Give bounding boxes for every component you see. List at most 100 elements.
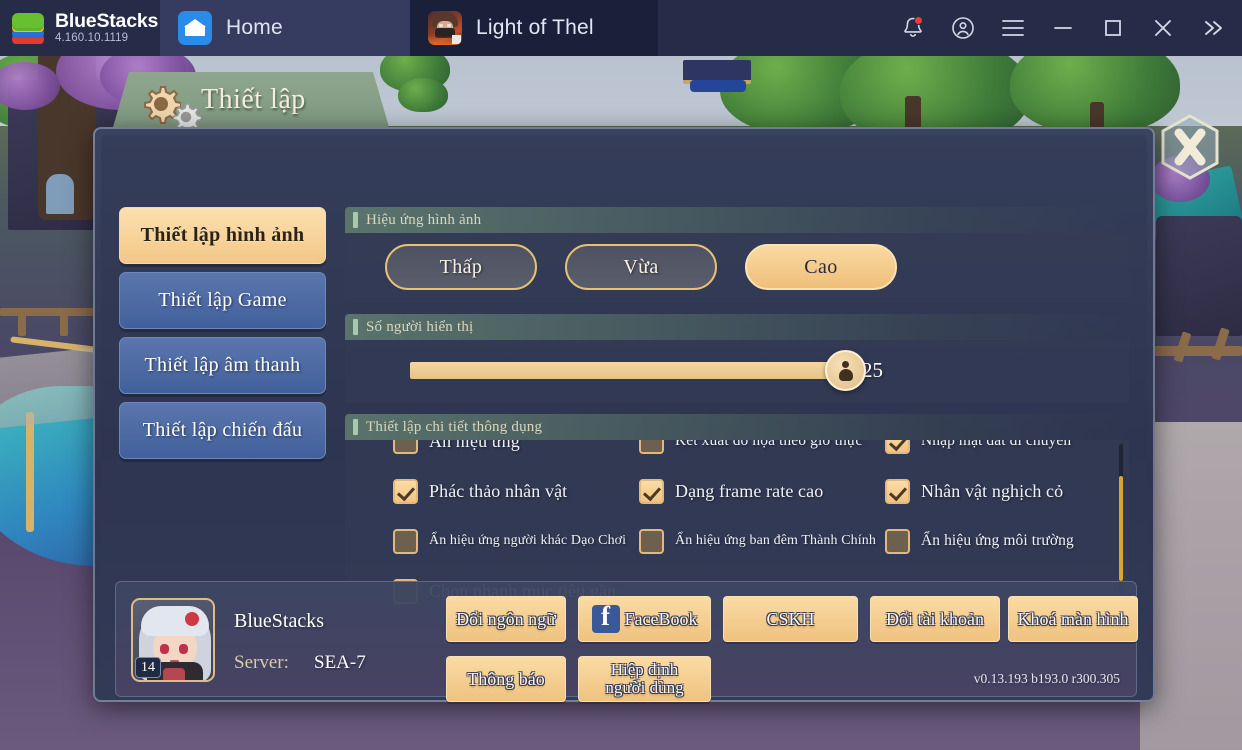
button-label: Thông báo — [467, 668, 545, 689]
menu-button[interactable] — [988, 0, 1038, 56]
person-icon — [838, 360, 853, 381]
button-label: CSKH — [766, 608, 815, 629]
option-label: Thấp — [439, 255, 483, 278]
tab-label: Light of Thel — [476, 16, 594, 39]
notifications-button[interactable] — [888, 0, 938, 56]
checkbox-label: Nhập mặt đất di chuyển — [920, 440, 1072, 449]
change-language-button[interactable]: Đổi ngôn ngữ — [446, 596, 566, 642]
checkbox-item-ground-move[interactable]: Nhập mặt đất di chuyển — [884, 440, 1129, 454]
checkbox-label: Ẩn hiệu ứng người khác Dạo Chơi — [429, 533, 627, 548]
version-text: v0.13.193 b193.0 r300.305 — [973, 671, 1120, 686]
checkbox-item-hide-other-players-effects[interactable]: Ẩn hiệu ứng người khác Dạo Chơi — [393, 528, 639, 554]
player-count-slider[interactable] — [410, 350, 866, 391]
lock-screen-button[interactable]: Khoá màn hình — [1008, 596, 1138, 642]
tab-audio-settings[interactable]: Thiết lập âm thanh — [119, 337, 326, 394]
stone-path — [1140, 422, 1242, 750]
settings-content: Hiệu ứng hình ảnh Thấp Vừa Cao Số người … — [345, 207, 1129, 619]
detail-settings-scrollbar-track[interactable] — [1119, 444, 1123, 604]
settings-dialog: Thiết lập Thiết lập hình ảnh Thiết lập G… — [93, 72, 1155, 702]
bluestacks-titlebar: BlueStacks 4.160.10.1119 Home Light of T… — [0, 0, 1242, 56]
section-title: Số người hiển thị — [366, 318, 474, 335]
quality-option-group: Thấp Vừa Cao — [345, 233, 1129, 303]
checkbox-icon[interactable] — [393, 478, 418, 504]
expand-sidebar-button[interactable] — [1188, 0, 1238, 56]
checkbox-label: Dạng frame rate cao — [674, 480, 824, 501]
path-trim — [26, 412, 34, 532]
quality-option-medium[interactable]: Vừa — [565, 244, 717, 290]
bluestacks-logo-icon — [12, 11, 46, 45]
checkbox-icon[interactable] — [884, 440, 910, 454]
section-header: Hiệu ứng hình ảnh — [345, 207, 1129, 233]
checkbox-icon[interactable] — [638, 528, 664, 554]
checkbox-row: Ẩn hiệu ứng Kết xuất đồ họa theo giờ thự… — [345, 440, 1129, 466]
tab-label: Thiết lập âm thanh — [144, 354, 301, 376]
tab-image-settings[interactable]: Thiết lập hình ảnh — [119, 207, 326, 264]
avatar[interactable]: 14 — [131, 598, 215, 682]
chevron-double-right-icon — [1205, 21, 1222, 35]
option-label: Vừa — [623, 255, 659, 278]
switch-account-button[interactable]: Đổi tài khoản — [870, 596, 1000, 642]
titlebar-actions — [888, 0, 1242, 56]
fence-decoration — [1150, 346, 1242, 356]
tab-game-settings[interactable]: Thiết lập Game — [119, 272, 326, 329]
checkbox-icon[interactable] — [393, 528, 418, 554]
checkbox-icon[interactable] — [393, 440, 418, 454]
slider-handle[interactable] — [825, 350, 866, 391]
button-label: FaceBook — [624, 608, 698, 629]
tab-label: Home — [226, 16, 283, 39]
tab-home[interactable]: Home — [160, 0, 410, 56]
checkbox-item-hide-environment-effects[interactable]: Ẩn hiệu ứng môi trường — [884, 528, 1129, 554]
close-dialog-hex-button[interactable] — [1160, 114, 1220, 180]
tab-badge-icon — [452, 35, 461, 44]
checkbox-item-character-outline[interactable]: Phác thảo nhân vật — [393, 478, 639, 504]
tab-label: Thiết lập hình ảnh — [140, 224, 305, 246]
dialog-title: Thiết lập — [201, 84, 306, 115]
section-header: Số người hiển thị — [345, 314, 1129, 340]
maximize-button[interactable] — [1088, 0, 1138, 56]
close-window-button[interactable] — [1138, 0, 1188, 56]
avatar-level-badge: 14 — [135, 657, 161, 678]
checkbox-item-hide-effects[interactable]: Ẩn hiệu ứng — [393, 440, 639, 454]
avatar-eye-left — [160, 644, 169, 654]
checkbox-icon[interactable] — [884, 478, 910, 504]
home-icon — [178, 11, 212, 45]
facebook-button[interactable]: FaceBook — [578, 596, 711, 642]
button-label: Khoá màn hình — [1017, 608, 1129, 629]
section-detail-settings: Thiết lập chi tiết thông dụng Ẩn hiệu ứn… — [345, 414, 1129, 608]
notification-badge-icon — [914, 16, 923, 25]
account-button[interactable] — [938, 0, 988, 56]
minimize-button[interactable] — [1038, 0, 1088, 56]
server-value: SEA-7 — [314, 652, 366, 673]
checkbox-label: Phác thảo nhân vật — [429, 480, 568, 501]
checkbox-item-realtime-render[interactable]: Kết xuất đồ họa theo giờ thực — [638, 440, 885, 454]
checkbox-label: Ẩn hiệu ứng — [429, 440, 520, 451]
checkbox-icon[interactable] — [884, 528, 910, 554]
section-accent-bar — [353, 419, 358, 435]
section-body: Thấp Vừa Cao — [345, 233, 1129, 303]
notifications-button[interactable]: Thông báo — [446, 656, 566, 702]
fence-decoration — [18, 314, 26, 336]
tab-combat-settings[interactable]: Thiết lập chiến đấu — [119, 402, 326, 459]
checkbox-icon[interactable] — [638, 440, 664, 454]
minimize-icon — [1054, 27, 1072, 29]
checkbox-icon[interactable] — [638, 478, 664, 504]
door-arch — [46, 174, 74, 214]
checkbox-label: Ẩn hiệu ứng môi trường — [920, 532, 1074, 549]
game-avatar-icon — [428, 11, 462, 45]
checkbox-item-high-frame-rate[interactable]: Dạng frame rate cao — [638, 478, 885, 504]
player-count-slider-row: 25 — [345, 340, 1129, 403]
customer-support-button[interactable]: CSKH — [723, 596, 858, 642]
quality-option-low[interactable]: Thấp — [385, 244, 537, 290]
section-player-count: Số người hiển thị 25 — [345, 314, 1129, 403]
user-agreement-button[interactable]: Hiệp định người dùng — [578, 656, 711, 702]
avatar-eye-right — [179, 644, 188, 654]
quality-option-high[interactable]: Cao — [745, 244, 897, 290]
tab-label: Thiết lập chiến đấu — [142, 419, 303, 441]
tab-light-of-thel[interactable]: Light of Thel — [410, 0, 658, 56]
button-label: Đổi ngôn ngữ — [456, 608, 556, 629]
checkbox-item-grass-interaction[interactable]: Nhân vật nghịch cỏ — [884, 478, 1129, 504]
player-name: BlueStacks — [234, 610, 324, 632]
account-footer-bar: 14 BlueStacks Server: SEA-7 Đổi ngôn ngữ… — [115, 581, 1138, 702]
checkbox-item-hide-night-effects[interactable]: Ẩn hiệu ứng ban đêm Thành Chính — [638, 528, 885, 554]
detail-settings-scrollbar-thumb[interactable] — [1119, 476, 1123, 581]
